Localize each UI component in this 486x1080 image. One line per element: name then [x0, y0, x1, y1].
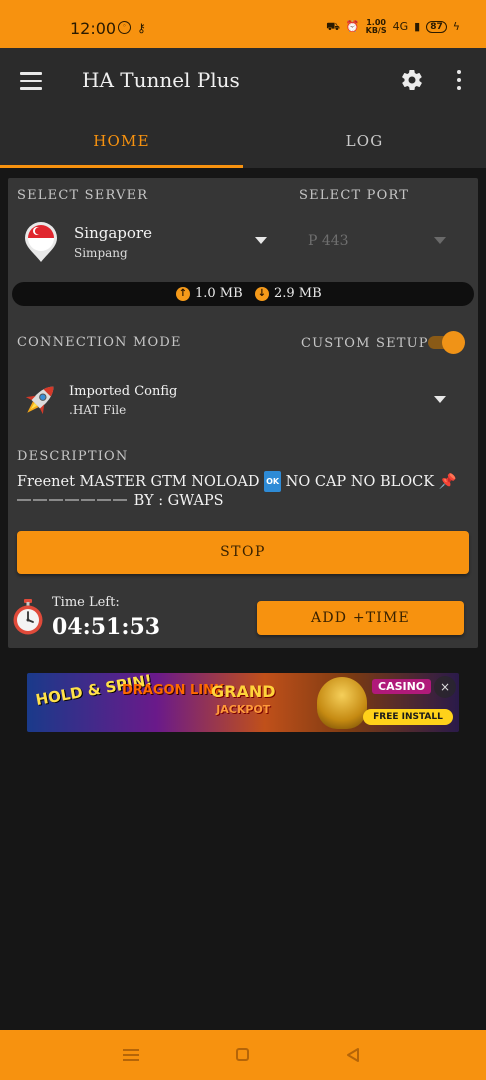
- recents-menu-icon[interactable]: [123, 1049, 139, 1061]
- custom-setup-label: CUSTOM SETUP: [301, 336, 429, 351]
- vpn-key-icon: ⚷: [137, 20, 146, 35]
- select-server-label: SELECT SERVER: [17, 188, 149, 203]
- chat-notification-icon: ◦: [118, 21, 131, 34]
- more-options-icon[interactable]: [457, 70, 463, 92]
- tab-bar: HOME LOG: [0, 114, 486, 168]
- home-square-icon[interactable]: [236, 1048, 249, 1061]
- stop-button[interactable]: STOP: [17, 531, 469, 574]
- add-time-button[interactable]: ADD +TIME: [257, 601, 464, 635]
- back-triangle-icon[interactable]: [345, 1047, 361, 1063]
- tab-home[interactable]: HOME: [0, 114, 243, 168]
- server-name: Singapore: [74, 224, 152, 242]
- config-name: Imported Config: [69, 384, 178, 399]
- ad-banner[interactable]: HOLD & SPIN! DRAGON LINK GRAND JACKPOT C…: [27, 673, 459, 732]
- hamburger-menu-icon[interactable]: [20, 72, 42, 90]
- car-mode-icon: ⛟: [326, 20, 340, 33]
- ad-casino-logo: CASINO: [372, 679, 432, 694]
- download-arrow-icon: ↓: [255, 286, 269, 301]
- status-time: 12:00: [70, 19, 117, 38]
- battery-icon: 87: [426, 21, 447, 33]
- charging-icon: ϟ: [452, 20, 460, 33]
- stopwatch-icon: [13, 599, 43, 635]
- port-dropdown-arrow-icon[interactable]: [434, 237, 446, 244]
- pushpin-icon: 📌: [438, 474, 457, 490]
- server-dropdown-arrow-icon[interactable]: [255, 237, 267, 244]
- data-usage-bar: ↑ 1.0 MB ↓ 2.9 MB: [12, 282, 474, 306]
- download-amount: 2.9 MB: [274, 286, 322, 301]
- connection-mode-label: CONNECTION MODE: [17, 335, 182, 350]
- upload-arrow-icon: ↑: [176, 286, 190, 301]
- status-bar: 12:00 ◦ ⚷ ⛟ ⏰ 1.00 KB/S 4G ▮ 87 ϟ: [0, 0, 486, 48]
- ad-grand-jackpot-text: GRAND JACKPOT: [211, 682, 276, 717]
- app-title: HA Tunnel Plus: [82, 68, 240, 92]
- system-nav-bar: [0, 1030, 486, 1080]
- network-type: 4G: [392, 20, 409, 33]
- server-location: Simpang: [74, 246, 128, 260]
- connection-card: SELECT SERVER SELECT PORT Singapore Simp…: [8, 178, 478, 648]
- port-value: P 443: [308, 233, 349, 249]
- time-left-countdown: 04:51:53: [52, 614, 161, 640]
- ad-close-icon[interactable]: ×: [434, 676, 456, 698]
- time-left-label: Time Left:: [52, 595, 120, 610]
- ok-badge-icon: OK: [264, 471, 282, 492]
- app-bar: HA Tunnel Plus: [0, 48, 486, 114]
- select-port-label: SELECT PORT: [299, 188, 410, 203]
- ad-dragon-link-text: DRAGON LINK: [122, 683, 225, 698]
- settings-gear-icon[interactable]: [400, 68, 424, 92]
- upload-amount: 1.0 MB: [195, 286, 243, 301]
- dash-divider: [17, 493, 129, 509]
- network-speed: 1.00 KB/S: [365, 18, 387, 35]
- tab-log[interactable]: LOG: [243, 114, 486, 168]
- description-text: Freenet MASTER GTM NOLOAD OK NO CAP NO B…: [17, 471, 472, 511]
- config-type: .HAT File: [69, 403, 127, 417]
- custom-setup-toggle[interactable]: [428, 331, 465, 354]
- singapore-flag-icon: [25, 222, 57, 262]
- ad-install-button[interactable]: FREE INSTALL: [363, 709, 453, 725]
- ad-buddha-image: [317, 677, 367, 729]
- rocket-icon: [25, 386, 54, 415]
- alarm-icon: ⏰: [345, 20, 360, 33]
- description-label: DESCRIPTION: [17, 449, 129, 464]
- signal-icon: ▮: [414, 20, 421, 33]
- config-dropdown-arrow-icon[interactable]: [434, 396, 446, 403]
